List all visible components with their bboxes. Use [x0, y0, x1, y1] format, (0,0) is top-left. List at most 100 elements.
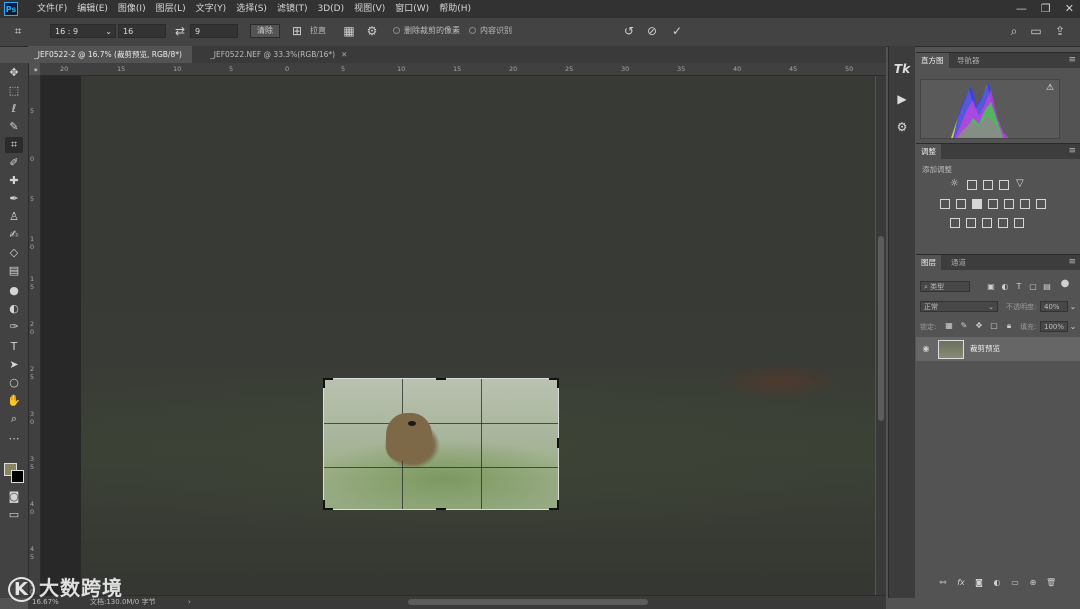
swap-dimensions-icon[interactable]: ⇄ [172, 23, 188, 39]
workspace-icon[interactable]: ▭ [1028, 23, 1044, 39]
layer-row[interactable]: ◉ 裁剪预览 [916, 337, 1080, 361]
plugin-tk-icon[interactable]: Tk [893, 60, 911, 78]
photo-filter-icon[interactable] [988, 199, 998, 209]
pen-tool-icon[interactable]: ✑ [5, 319, 23, 335]
brightness-icon[interactable]: ☼ [950, 178, 959, 189]
menu-select[interactable]: 选择(S) [231, 0, 272, 18]
vertical-scrollbar[interactable] [876, 76, 886, 595]
opacity-input[interactable]: 40% [1040, 301, 1068, 312]
clone-stamp-tool-icon[interactable]: ♙ [5, 209, 23, 225]
cancel-crop-icon[interactable]: ⊘ [644, 23, 660, 39]
horizontal-scrollbar-thumb[interactable] [408, 599, 648, 605]
share-icon[interactable]: ⇪ [1052, 23, 1068, 39]
tab-histogram[interactable]: 直方图 [916, 53, 949, 68]
scrollbar-thumb[interactable] [878, 236, 884, 421]
curves-icon[interactable] [983, 180, 993, 190]
chevron-down-icon[interactable]: ⌄ [1068, 322, 1078, 332]
screen-mode-icon[interactable]: ▭ [5, 507, 23, 523]
healing-brush-tool-icon[interactable]: ✚ [5, 173, 23, 189]
crop-box[interactable] [323, 378, 559, 510]
minimize-button[interactable]: — [1016, 0, 1027, 18]
brush-tool-icon[interactable]: ✒ [5, 191, 23, 207]
lock-all-icon[interactable]: 🔒︎ [1004, 321, 1014, 331]
clear-button[interactable]: 清除 [250, 24, 280, 38]
straighten-icon[interactable]: ⊞ [289, 23, 305, 39]
eraser-tool-icon[interactable]: ◇ [5, 245, 23, 261]
hue-saturation-icon[interactable] [940, 199, 950, 209]
crop-handle[interactable] [323, 378, 325, 388]
panel-menu-icon[interactable]: ≡ [1068, 255, 1076, 270]
grid-lookup-icon[interactable] [1036, 199, 1046, 209]
menu-view[interactable]: 视图(V) [349, 0, 390, 18]
eye-visibility-icon[interactable]: ◉ [921, 344, 931, 354]
selective-color-icon[interactable] [1014, 218, 1024, 228]
quick-mask-icon[interactable]: ◙ [5, 489, 23, 505]
panel-menu-icon[interactable]: ≡ [1068, 53, 1076, 68]
threshold-icon[interactable] [982, 218, 992, 228]
gradient-tool-icon[interactable]: ▤ [5, 263, 23, 279]
fill-input[interactable]: 100% [1040, 321, 1068, 332]
crop-tool-preset-icon[interactable]: ⌗ [10, 23, 26, 39]
crop-handle[interactable] [557, 378, 559, 388]
crop-handle[interactable] [436, 378, 446, 380]
close-window-button[interactable]: ✕ [1065, 0, 1074, 18]
lock-artboard-icon[interactable]: ▢ [989, 321, 999, 331]
filter-shape-icon[interactable]: ▢ [1028, 282, 1038, 292]
menu-type[interactable]: 文字(Y) [191, 0, 232, 18]
color-balance-icon[interactable] [956, 199, 966, 209]
menu-edit[interactable]: 编辑(E) [72, 0, 113, 18]
crop-handle[interactable] [557, 438, 559, 448]
menu-3d[interactable]: 3D(D) [312, 0, 349, 18]
menu-layer[interactable]: 图层(L) [151, 0, 191, 18]
marquee-tool-icon[interactable]: ⬚ [5, 83, 23, 99]
channel-mixer-icon[interactable] [1004, 199, 1014, 209]
aspect-ratio-select[interactable]: 16 : 9 ⌄ [50, 24, 116, 38]
overlay-grid-icon[interactable]: ▦ [341, 23, 357, 39]
new-layer-icon[interactable]: ⊕ [1028, 578, 1038, 588]
new-group-icon[interactable]: ▭ [1010, 578, 1020, 588]
menu-file[interactable]: 文件(F) [32, 0, 72, 18]
crop-handle[interactable] [323, 500, 325, 510]
crop-handle[interactable] [436, 508, 446, 510]
blend-mode-select[interactable]: 正常 ⌄ [920, 301, 998, 312]
add-mask-icon[interactable]: ◙ [974, 578, 984, 588]
levels-icon[interactable] [967, 180, 977, 190]
layer-name[interactable]: 裁剪预览 [970, 343, 1000, 354]
hand-tool-icon[interactable]: ✋ [5, 393, 23, 409]
filter-adjust-icon[interactable]: ◐ [1000, 282, 1010, 292]
content-aware-checkbox[interactable] [469, 27, 476, 34]
panel-menu-icon[interactable]: ≡ [1068, 144, 1076, 159]
horizontal-ruler[interactable]: 20 15 10 5 0 5 10 15 20 25 30 35 40 45 5… [40, 63, 886, 76]
menu-help[interactable]: 帮助(H) [434, 0, 476, 18]
document-image[interactable] [81, 76, 875, 595]
crop-tool-icon[interactable]: ⌗ [5, 137, 23, 153]
canvas-area[interactable] [41, 76, 875, 595]
filter-pixel-icon[interactable]: ▣ [986, 282, 996, 292]
zoom-tool-icon[interactable]: ⌕ [5, 411, 23, 427]
vertical-ruler[interactable]: 5 0 5 1 0 1 5 2 0 2 5 3 0 3 5 4 0 4 5 5 … [28, 75, 41, 596]
filter-smart-icon[interactable]: ▤ [1042, 282, 1052, 292]
path-selection-tool-icon[interactable]: ➤ [5, 357, 23, 373]
new-adjustment-icon[interactable]: ◐ [992, 578, 1002, 588]
type-tool-icon[interactable]: T [5, 339, 23, 355]
warning-icon[interactable]: ⚠ [1046, 83, 1054, 93]
more-tools-icon[interactable]: ⋯ [5, 431, 23, 447]
chevron-down-icon[interactable]: ⌄ [1068, 302, 1078, 312]
layer-fx-icon[interactable]: fx [956, 578, 966, 588]
shape-tool-icon[interactable]: ○ [5, 375, 23, 391]
exposure-icon[interactable] [999, 180, 1009, 190]
commit-crop-icon[interactable]: ✓ [669, 23, 685, 39]
link-layers-icon[interactable]: ⚯ [938, 578, 948, 588]
move-tool-icon[interactable]: ✥ [5, 65, 23, 81]
invert-icon[interactable] [950, 218, 960, 228]
delete-cropped-checkbox[interactable] [393, 27, 400, 34]
crop-handle[interactable] [557, 500, 559, 510]
lock-position-icon[interactable]: ✥ [974, 321, 984, 331]
tab-channels[interactable]: 通道 [946, 255, 971, 270]
black-white-icon[interactable] [972, 199, 982, 209]
crop-height-input[interactable]: 9 [190, 24, 238, 38]
status-menu-arrow[interactable]: › [188, 596, 191, 608]
restore-button[interactable]: ❐ [1041, 0, 1051, 18]
gradient-map-icon[interactable] [998, 218, 1008, 228]
dodge-tool-icon[interactable]: ◐ [5, 301, 23, 317]
